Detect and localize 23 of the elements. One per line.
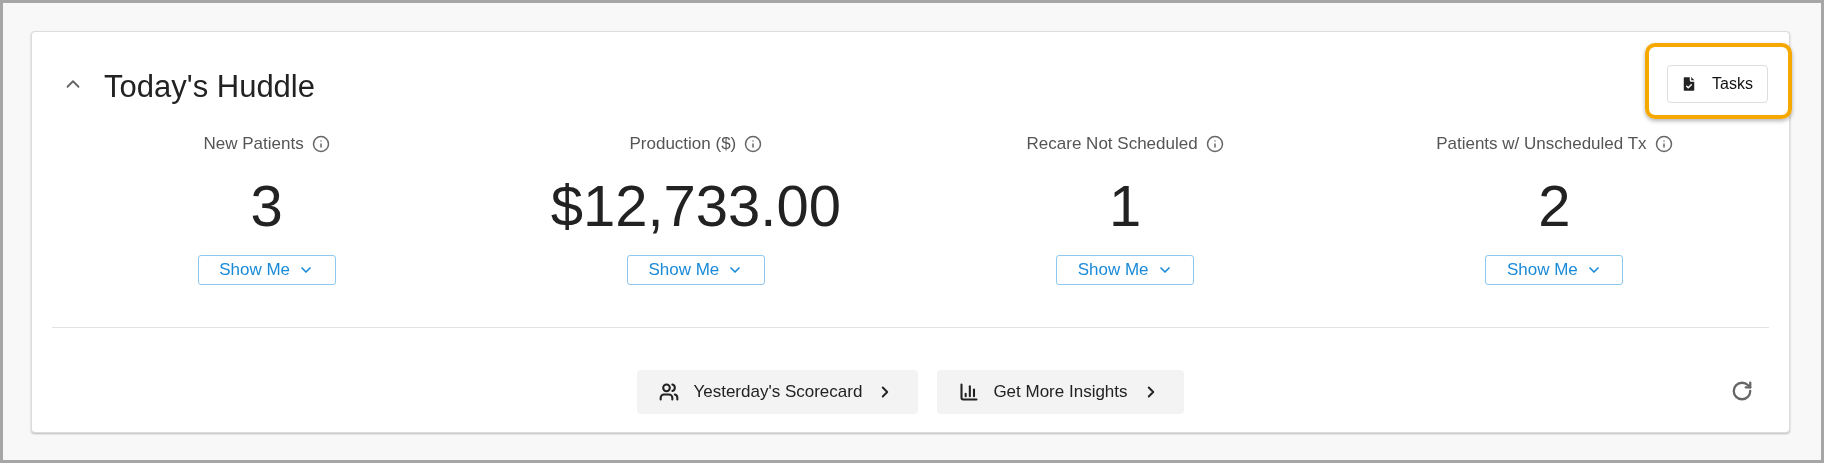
metric-value: 3 [250,177,283,235]
info-icon[interactable] [311,135,330,153]
info-icon[interactable] [1654,135,1673,153]
tasks-button[interactable]: Tasks [1667,65,1768,103]
metric-value: $12,733.00 [550,177,841,235]
footer-link-button[interactable]: Get More Insights [937,370,1184,414]
people-icon [659,382,680,402]
panel-title: Today's Huddle [104,69,315,105]
metric-label: Patients w/ Unscheduled Tx [1436,134,1647,154]
refresh-icon[interactable] [1731,380,1753,402]
show-me-button[interactable]: Show Me [1056,255,1195,285]
metric-value: 1 [1109,177,1142,235]
metric-label: Production ($) [629,134,737,154]
footer-link-button[interactable]: Yesterday's Scorecard [637,370,919,414]
show-me-button[interactable]: Show Me [197,255,336,285]
info-icon[interactable] [1205,135,1224,153]
metric-label: New Patients [203,134,304,154]
metric-value: 2 [1538,177,1571,235]
show-me-button[interactable]: Show Me [1485,255,1624,285]
show-me-button[interactable]: Show Me [626,255,765,285]
bar-chart-icon [959,382,980,402]
info-icon[interactable] [744,135,763,153]
metric-label: Recare Not Scheduled [1026,134,1198,154]
